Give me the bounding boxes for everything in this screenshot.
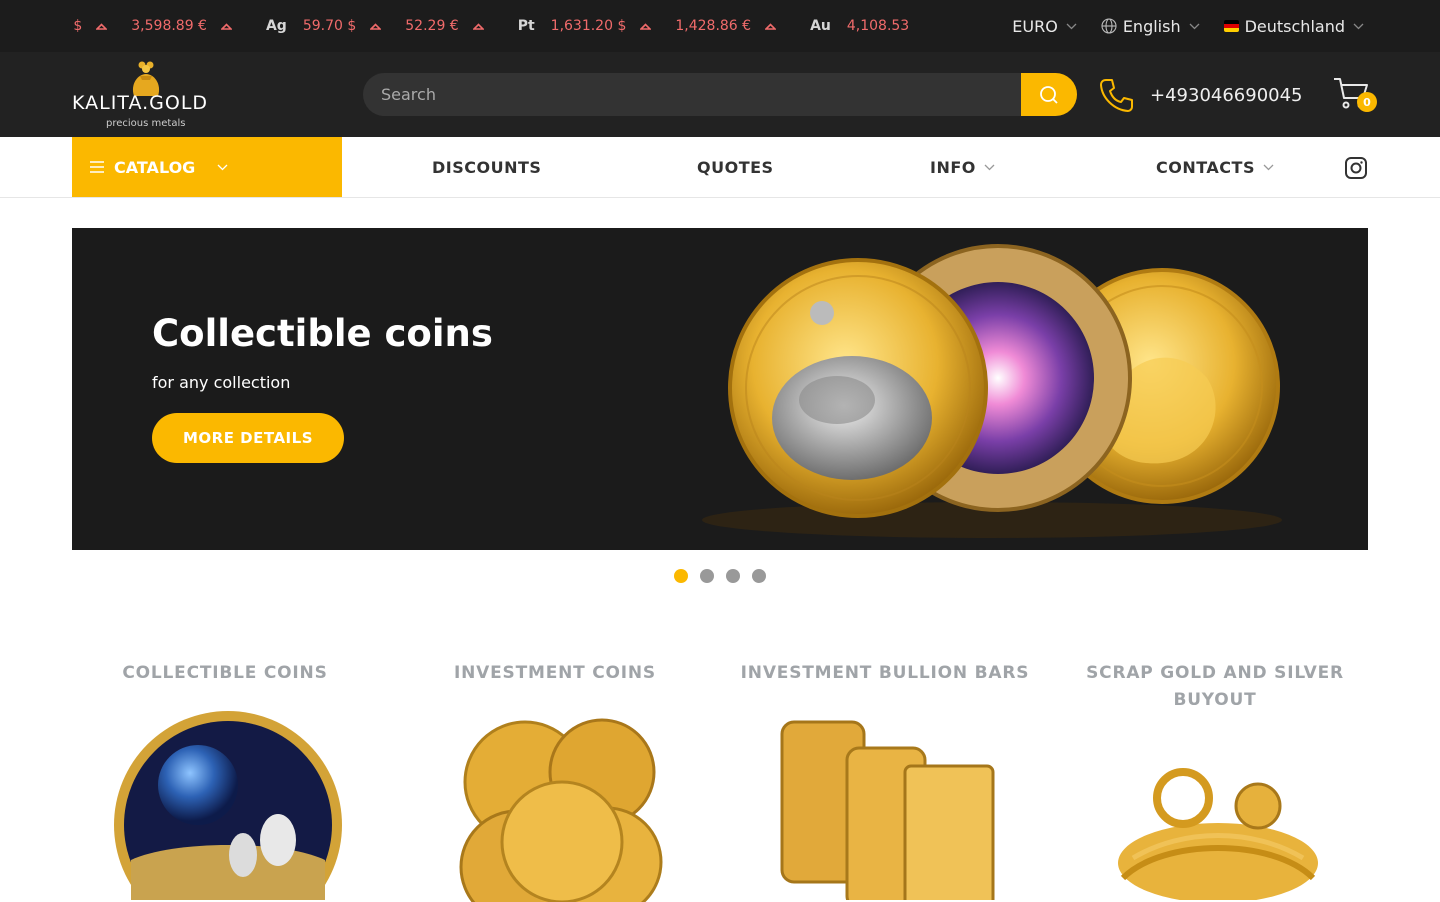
hero-banner: Collectible coins for any collection MOR… bbox=[72, 228, 1368, 550]
phone-number: +493046690045 bbox=[1150, 84, 1303, 106]
up-arrow-icon bbox=[96, 22, 108, 30]
nav-label: QUOTES bbox=[697, 157, 774, 177]
chevron-down-icon bbox=[217, 164, 228, 170]
globe-icon bbox=[1101, 18, 1117, 34]
phone-link[interactable]: +493046690045 bbox=[1098, 77, 1303, 113]
category-title: SCRAP GOLD AND SILVER BUYOUT bbox=[1086, 663, 1344, 710]
country-label: Deutschland bbox=[1244, 16, 1345, 36]
catalog-button[interactable]: CATALOG bbox=[72, 137, 342, 197]
country-selector[interactable]: Deutschland bbox=[1223, 16, 1364, 36]
ticker-item-ag: Ag 59.70 $ 52.29 € bbox=[266, 18, 484, 34]
category-collectible-coins[interactable]: COLLECTIBLE COINS bbox=[75, 660, 375, 900]
slider-dot[interactable] bbox=[752, 569, 766, 583]
ticker-metal: Pt bbox=[517, 18, 535, 34]
main-nav: CATALOG DISCOUNTS QUOTES INFO CONTACTS bbox=[0, 137, 1440, 198]
up-arrow-icon bbox=[370, 22, 382, 30]
up-arrow-icon bbox=[640, 22, 652, 30]
ticker-price: 1,631.20 $ bbox=[550, 18, 627, 34]
top-selectors: EURO English Deutschland bbox=[988, 0, 1364, 52]
chevron-down-icon bbox=[1353, 23, 1364, 29]
banner-subtitle: for any collection bbox=[152, 373, 291, 392]
category-title: INVESTMENT BULLION BARS bbox=[740, 663, 1030, 683]
nav-label: INFO bbox=[930, 157, 976, 177]
currency-selector[interactable]: EURO bbox=[1012, 17, 1077, 36]
menu-icon bbox=[90, 161, 104, 173]
more-details-button[interactable]: MORE DETAILS bbox=[152, 413, 344, 463]
cart-button[interactable]: 0 bbox=[1333, 76, 1379, 116]
nav-label: DISCOUNTS bbox=[432, 157, 542, 177]
nav-label: CONTACTS bbox=[1156, 157, 1255, 177]
logo-tagline: precious metals bbox=[106, 118, 186, 129]
category-title: COLLECTIBLE COINS bbox=[122, 663, 328, 683]
up-arrow-icon bbox=[472, 22, 484, 30]
slider-dot[interactable] bbox=[674, 569, 688, 583]
ticker-price: 1,428.86 € bbox=[675, 18, 752, 34]
logo[interactable]: KALITA.GOLD precious metals bbox=[72, 60, 222, 130]
ticker-item: 3 $ 3,598.89 € bbox=[72, 18, 232, 34]
ticker-item-pt: Pt 1,631.20 $ 1,428.86 € bbox=[517, 18, 777, 34]
category-scrap-gold[interactable]: SCRAP GOLD AND SILVER BUYOUT bbox=[1065, 660, 1365, 900]
header: KALITA.GOLD precious metals +49304669004… bbox=[0, 52, 1440, 137]
category-grid: COLLECTIBLE COINS INVESTMENT COINS INVES… bbox=[72, 660, 1368, 902]
catalog-label: CATALOG bbox=[114, 157, 196, 177]
price-ticker: 3 $ 3,598.89 € Ag 59.70 $ 52.29 € Pt 1,6… bbox=[72, 0, 952, 52]
cart-count-badge: 0 bbox=[1357, 92, 1377, 112]
collectible-coin-image bbox=[114, 711, 342, 900]
ticker-price: 3,598.89 € bbox=[131, 18, 207, 34]
language-selector[interactable]: English bbox=[1101, 17, 1200, 36]
language-label: English bbox=[1122, 16, 1181, 36]
ticker-price: 4,108.53 bbox=[846, 18, 910, 34]
chevron-down-icon bbox=[1263, 164, 1274, 170]
phone-icon bbox=[1100, 79, 1133, 112]
nav-item-discounts[interactable]: DISCOUNTS bbox=[432, 137, 541, 197]
nav-item-info[interactable]: INFO bbox=[930, 137, 995, 197]
slider-dot[interactable] bbox=[700, 569, 714, 583]
nav-item-quotes[interactable]: QUOTES bbox=[697, 137, 774, 197]
search-input[interactable] bbox=[363, 73, 1021, 116]
nav-item-contacts[interactable]: CONTACTS bbox=[1156, 137, 1274, 197]
ticker-price: 52.29 € bbox=[405, 18, 459, 34]
top-bar: 3 $ 3,598.89 € Ag 59.70 $ 52.29 € Pt 1,6… bbox=[0, 0, 1440, 52]
chevron-down-icon bbox=[1189, 23, 1200, 29]
category-bullion-bars[interactable]: INVESTMENT BULLION BARS bbox=[735, 660, 1035, 900]
search-icon bbox=[1040, 85, 1058, 104]
bullion-bars-image bbox=[780, 720, 995, 900]
search-button[interactable] bbox=[1021, 73, 1077, 116]
germany-flag-icon bbox=[1223, 20, 1239, 32]
currency-label: EURO bbox=[1012, 16, 1058, 36]
slider-dot[interactable] bbox=[726, 569, 740, 583]
logo-text: KALITA.GOLD bbox=[72, 92, 209, 114]
up-arrow-icon bbox=[765, 22, 777, 30]
search-bar bbox=[363, 73, 1077, 116]
investment-coins-image bbox=[459, 718, 663, 902]
category-title: INVESTMENT COINS bbox=[454, 663, 656, 683]
chevron-down-icon bbox=[1066, 23, 1077, 29]
ticker-metal: Ag bbox=[265, 18, 287, 34]
ticker-price: 3 $ bbox=[72, 18, 83, 34]
chevron-down-icon bbox=[984, 164, 995, 170]
ticker-item-au: Au 4,108.53 bbox=[810, 18, 923, 34]
category-investment-coins[interactable]: INVESTMENT COINS bbox=[405, 660, 705, 902]
instagram-icon[interactable] bbox=[1344, 156, 1368, 180]
banner-coins-image bbox=[702, 244, 1282, 538]
ticker-metal: Au bbox=[810, 18, 831, 34]
up-arrow-icon bbox=[220, 22, 232, 30]
ticker-price: 59.70 $ bbox=[302, 18, 357, 34]
banner-title: Collectible coins bbox=[152, 312, 493, 355]
scrap-gold-image bbox=[1118, 768, 1318, 900]
slider-dots bbox=[674, 569, 778, 583]
